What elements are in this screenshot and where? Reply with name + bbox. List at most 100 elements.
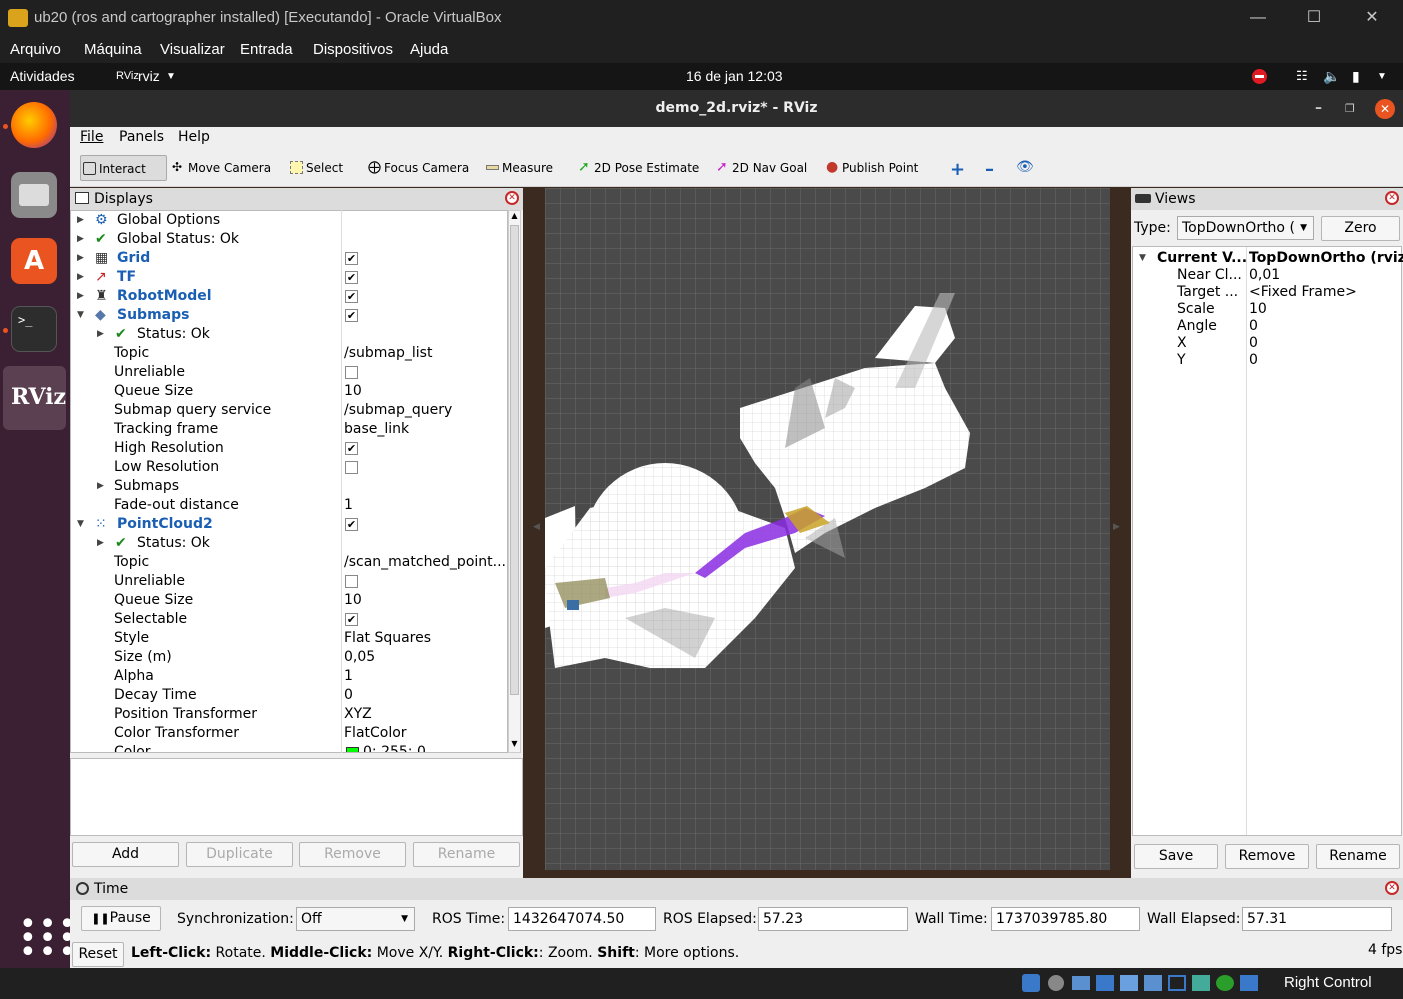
view-property-row[interactable]: Angle 0 (1133, 318, 1403, 335)
display-row[interactable]: ▶ ⚙ Global Options (71, 211, 507, 230)
close-displays-icon[interactable]: ✕ (505, 191, 519, 205)
minimize-button[interactable]: — (1238, 6, 1278, 30)
sync-select[interactable]: Off ▼ (296, 907, 415, 931)
display-row[interactable]: Style Flat Squares (71, 629, 507, 648)
display-row[interactable]: ▶ ↗ TF ✔ (71, 268, 507, 287)
view-property-value[interactable]: <Fixed Frame> (1249, 284, 1357, 301)
software-icon[interactable]: A (11, 238, 57, 284)
view-property-row[interactable]: ▼ Current V... TopDownOrtho (rviz) (1133, 250, 1403, 267)
optical-drive-icon[interactable] (1048, 975, 1064, 991)
display-checkbox[interactable] (345, 366, 358, 379)
display-row-value[interactable]: 1 (344, 496, 507, 515)
expand-right-icon[interactable]: ▶ (97, 325, 107, 344)
tool-focus-camera[interactable]: ⨁ Focus Camera (366, 155, 469, 181)
display-row-value[interactable]: 10 (344, 591, 507, 610)
display-row[interactable]: Unreliable (71, 363, 507, 382)
save-view-button[interactable]: Save (1134, 844, 1218, 869)
activities-button[interactable]: Atividades (10, 68, 75, 84)
menu-file[interactable]: File (80, 129, 103, 145)
display-row[interactable]: ▶ ♜ RobotModel ✔ (71, 287, 507, 306)
add-tool-icon[interactable]: + (950, 159, 965, 180)
zero-button[interactable]: Zero (1321, 216, 1400, 241)
expand-down-icon[interactable]: ▼ (77, 515, 87, 534)
network-adapter-icon[interactable] (1096, 975, 1114, 991)
ros-time-field[interactable]: 1432647074.50 (508, 907, 656, 931)
display-row[interactable]: Decay Time 0 (71, 686, 507, 705)
mouse-integration-icon[interactable] (1240, 975, 1258, 991)
display-row[interactable]: Size (m) 0,05 (71, 648, 507, 667)
expand-right-icon[interactable]: ▶ (97, 477, 107, 496)
menu-ajuda[interactable]: Ajuda (410, 41, 448, 58)
rviz-close-button[interactable]: ✕ (1375, 99, 1395, 119)
remove-display-button[interactable]: Remove (299, 842, 406, 867)
display-row[interactable]: Queue Size 10 (71, 591, 507, 610)
menu-arquivo[interactable]: Arquivo (10, 41, 61, 58)
display-row-value[interactable]: 10 (344, 382, 507, 401)
close-views-icon[interactable]: ✕ (1385, 191, 1399, 205)
expand-right-icon[interactable]: ▶ (97, 534, 107, 553)
rename-view-button[interactable]: Rename (1316, 844, 1400, 869)
add-display-button[interactable]: Add (72, 842, 179, 867)
menu-panels[interactable]: Panels (119, 129, 164, 145)
display-row[interactable]: ▶ ✔ Global Status: Ok (71, 230, 507, 249)
display-checkbox[interactable]: ✔ (345, 442, 358, 455)
reset-button[interactable]: Reset (72, 942, 124, 967)
view-property-row[interactable]: Target ... <Fixed Frame> (1133, 284, 1403, 301)
display-row[interactable]: ▶ Submaps (71, 477, 507, 496)
display-row[interactable]: ▶ ✔ Status: Ok (71, 534, 507, 553)
display-row[interactable]: Tracking frame base_link (71, 420, 507, 439)
display-row[interactable]: Topic/scan_matched_point... (71, 553, 507, 572)
display-row[interactable]: Alpha 1 (71, 667, 507, 686)
system-menu-icon[interactable]: ▼ (1377, 71, 1387, 82)
display-icon[interactable] (1168, 975, 1186, 991)
display-row[interactable]: ▶ ▦ Grid ✔ (71, 249, 507, 268)
display-row[interactable]: Color Transformer FlatColor (71, 724, 507, 743)
display-row[interactable]: ▼ ⁙ PointCloud2 ✔ (71, 515, 507, 534)
usb-icon[interactable] (1120, 975, 1138, 991)
app-grid-icon[interactable]: ••• ••• ••• (19, 910, 76, 968)
hard-disk-icon[interactable] (1022, 974, 1040, 992)
display-row-value[interactable]: base_link (344, 420, 507, 439)
display-checkbox[interactable] (345, 575, 358, 588)
view-property-row[interactable]: Near Cl... 0,01 (1133, 267, 1403, 284)
view-property-value[interactable]: 10 (1249, 301, 1267, 318)
firefox-icon[interactable] (11, 102, 57, 148)
right-splitter-icon[interactable]: ▶ (1113, 522, 1120, 532)
close-time-icon[interactable]: ✕ (1385, 881, 1399, 895)
expand-right-icon[interactable]: ▶ (77, 211, 87, 230)
color-swatch[interactable] (346, 747, 359, 752)
expand-right-icon[interactable]: ▶ (77, 287, 87, 306)
menu-maquina[interactable]: Máquina (84, 41, 142, 58)
display-checkbox[interactable]: ✔ (345, 252, 358, 265)
display-row-value[interactable]: /scan_matched_point... (344, 553, 507, 572)
display-checkbox[interactable]: ✔ (345, 518, 358, 531)
displays-scrollbar[interactable]: ▲ ▼ (508, 210, 521, 753)
display-row-value[interactable]: /submap_query (344, 401, 507, 420)
left-splitter-icon[interactable]: ◀ (533, 522, 540, 532)
maximize-button[interactable]: ☐ (1294, 6, 1334, 30)
tool-move-camera[interactable]: ✣ Move Camera (170, 155, 271, 181)
view-property-value[interactable]: 0 (1249, 352, 1258, 369)
duplicate-display-button[interactable]: Duplicate (186, 842, 293, 867)
expand-right-icon[interactable]: ▶ (77, 249, 87, 268)
menu-visualizar[interactable]: Visualizar (160, 41, 225, 58)
display-checkbox[interactable]: ✔ (345, 613, 358, 626)
expand-down-icon[interactable]: ▼ (77, 306, 87, 325)
display-row[interactable]: Unreliable (71, 572, 507, 591)
menu-entrada[interactable]: Entrada (240, 41, 293, 58)
app-menu[interactable]: rviz (138, 68, 160, 84)
rviz-restore-button[interactable]: ❐ (1345, 90, 1355, 127)
audio-icon[interactable] (1072, 976, 1090, 990)
view-property-value[interactable]: 0,01 (1249, 267, 1280, 284)
display-checkbox[interactable]: ✔ (345, 309, 358, 322)
pause-button[interactable]: ❚❚Pause (81, 906, 161, 931)
view-property-value[interactable]: 0 (1249, 335, 1258, 352)
do-not-disturb-icon[interactable] (1252, 69, 1267, 84)
display-row-value[interactable]: 0 (344, 686, 507, 705)
expand-down-icon[interactable]: ▼ (1139, 250, 1146, 267)
view-property-value[interactable]: 0 (1249, 318, 1258, 335)
display-row[interactable]: Fade-out distance 1 (71, 496, 507, 515)
wall-elapsed-field[interactable]: 57.31 (1242, 907, 1392, 931)
display-row[interactable]: Position Transformer XYZ (71, 705, 507, 724)
terminal-icon[interactable]: >_ (11, 306, 57, 352)
